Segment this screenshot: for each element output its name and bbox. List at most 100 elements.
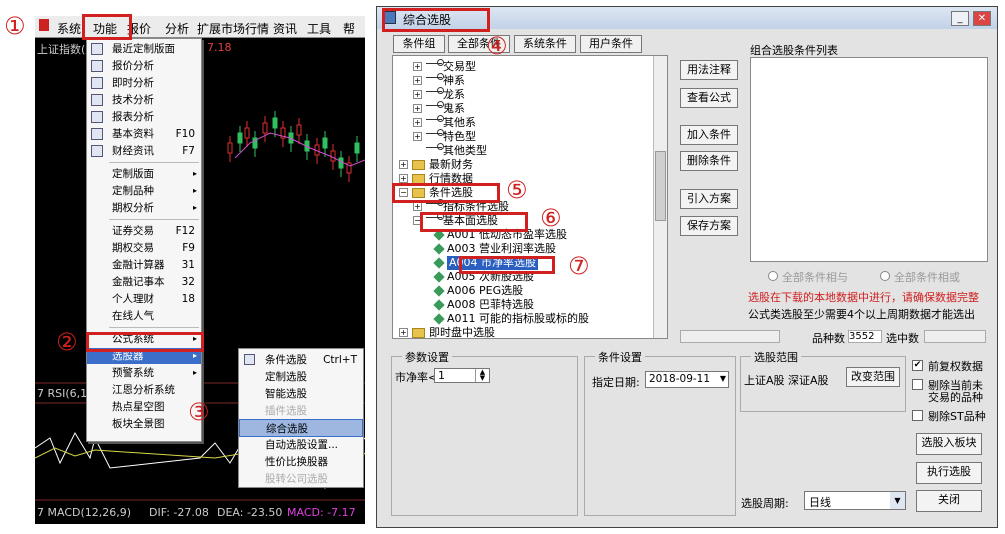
- tree-node[interactable]: + 交易型: [393, 59, 651, 74]
- tree-node[interactable]: A008 巴菲特选股: [393, 298, 651, 312]
- close-icon[interactable]: ✕: [973, 11, 991, 26]
- candle-body: [338, 157, 344, 169]
- import-plan-button[interactable]: 引入方案: [680, 189, 738, 209]
- exclude-st-checkbox[interactable]: [912, 410, 923, 421]
- submenu-item[interactable]: 条件选股 Ctrl+T: [239, 351, 363, 369]
- menu-item[interactable]: 期权分析 ▸: [87, 200, 201, 216]
- condition-list[interactable]: [750, 57, 988, 262]
- tree-node[interactable]: A006 PEG选股: [393, 284, 651, 298]
- expand-icon[interactable]: +: [413, 118, 422, 127]
- expand-icon[interactable]: +: [413, 132, 422, 141]
- radio-or[interactable]: [880, 271, 890, 281]
- key-icon: [426, 73, 444, 83]
- period-label: 选股周期:: [741, 497, 789, 510]
- tree-node[interactable]: + 龙系: [393, 87, 651, 102]
- submenu-item[interactable]: 定制选股: [239, 368, 363, 386]
- date-picker[interactable]: 2018-09-11 ▼: [645, 371, 729, 388]
- menu-item[interactable]: 报价分析: [87, 58, 201, 74]
- news-icon: [91, 145, 103, 157]
- tree-node[interactable]: A011 可能的指标股或标的股: [393, 312, 651, 326]
- chevron-down-icon[interactable]: ▼: [890, 492, 905, 509]
- menu-item[interactable]: 基本资料 F10: [87, 126, 201, 142]
- tree-node[interactable]: 其他类型: [393, 143, 651, 158]
- delete-condition-button[interactable]: 删除条件: [680, 151, 738, 171]
- menu-item[interactable]: 个人理财 18: [87, 291, 201, 307]
- expand-icon[interactable]: +: [399, 174, 408, 183]
- menu-item[interactable]: 定制品种 ▸: [87, 183, 201, 199]
- menu-tools[interactable]: 工具: [307, 20, 331, 37]
- view-formula-button[interactable]: 查看公式: [680, 88, 738, 108]
- menu-item[interactable]: 板块全景图: [87, 416, 201, 432]
- menu-item-label: 基本资料: [112, 128, 154, 140]
- change-range-button[interactable]: 改变范围: [846, 367, 900, 387]
- menu-item[interactable]: 在线人气: [87, 308, 201, 324]
- highlight-box-pb: [459, 256, 555, 274]
- count-bar: 品种数 3552 选中数: [680, 330, 986, 345]
- tree-node[interactable]: + 最新财务: [393, 158, 651, 172]
- stepper-arrows-icon[interactable]: ▲ ▼: [475, 369, 489, 382]
- menu-item[interactable]: 定制版面 ▸: [87, 166, 201, 182]
- param-value-stepper[interactable]: 1 ▲ ▼: [434, 368, 490, 383]
- chevron-down-icon[interactable]: ▼: [720, 374, 726, 383]
- submenu-item-label: 定制选股: [265, 371, 307, 383]
- submenu-item[interactable]: 股转公司选股: [239, 470, 363, 488]
- tree-node[interactable]: + 鬼系: [393, 101, 651, 116]
- expand-icon[interactable]: +: [399, 328, 408, 337]
- menu-item[interactable]: 报表分析: [87, 109, 201, 125]
- menu-item-label: 定制版面: [112, 168, 154, 180]
- tab-condition-group[interactable]: 条件组: [393, 35, 445, 53]
- close-button[interactable]: 关闭: [916, 490, 982, 512]
- menu-system[interactable]: 系统: [57, 20, 81, 37]
- submenu-item[interactable]: 综合选股: [239, 419, 363, 437]
- menu-item[interactable]: 技术分析: [87, 92, 201, 108]
- progress-box: [680, 330, 780, 343]
- prev-adjust-checkbox[interactable]: ✔: [912, 360, 923, 371]
- menu-item[interactable]: 江恩分析系统: [87, 382, 201, 398]
- menu-item[interactable]: 预警系统 ▸: [87, 365, 201, 381]
- menu-item[interactable]: 最近定制版面: [87, 41, 201, 57]
- tree-node[interactable]: + 即时盘中选股: [393, 326, 651, 338]
- tab-user-conditions[interactable]: 用户条件: [580, 35, 642, 53]
- menu-analysis[interactable]: 分析: [165, 20, 189, 37]
- marker-6: ⑥: [540, 204, 562, 232]
- tree-node[interactable]: + 神系: [393, 73, 651, 88]
- menu-item[interactable]: 金融计算器 31: [87, 257, 201, 273]
- submenu-item[interactable]: 自动选股设置...: [239, 436, 363, 454]
- marker-5: ⑤: [506, 176, 528, 204]
- menu-separator: [109, 219, 199, 220]
- expand-icon[interactable]: +: [413, 104, 422, 113]
- menu-item[interactable]: 期权交易 F9: [87, 240, 201, 256]
- menu-item[interactable]: 财经资讯 F7: [87, 143, 201, 159]
- menu-news[interactable]: 资讯: [273, 20, 297, 37]
- submenu-item[interactable]: 性价比换股器: [239, 453, 363, 471]
- add-to-block-button[interactable]: 选股入板块: [916, 433, 982, 455]
- tab-system-conditions[interactable]: 系统条件: [514, 35, 576, 53]
- menu-item[interactable]: 证券交易 F12: [87, 223, 201, 239]
- minimize-button[interactable]: _: [951, 11, 969, 26]
- scrollbar-thumb[interactable]: [655, 151, 666, 221]
- tree-node[interactable]: + 其他系: [393, 115, 651, 130]
- execute-selection-button[interactable]: 执行选股: [916, 462, 982, 484]
- usage-notes-button[interactable]: 用法注释: [680, 60, 738, 80]
- expand-icon[interactable]: +: [399, 160, 408, 169]
- exclude-untraded-checkbox[interactable]: [912, 379, 923, 390]
- save-plan-button[interactable]: 保存方案: [680, 216, 738, 236]
- add-condition-button[interactable]: 加入条件: [680, 125, 738, 145]
- highlight-box-fundamental: [420, 212, 528, 232]
- tree-node[interactable]: + 特色型: [393, 129, 651, 144]
- menu-item[interactable]: 即时分析: [87, 75, 201, 91]
- expand-icon[interactable]: +: [413, 202, 422, 211]
- submenu-item[interactable]: 智能选股: [239, 385, 363, 403]
- expand-icon[interactable]: +: [413, 62, 422, 71]
- tree-scrollbar[interactable]: [653, 56, 667, 338]
- expand-icon[interactable]: +: [413, 76, 422, 85]
- period-select[interactable]: 日线 ▼: [804, 491, 906, 510]
- menu-item[interactable]: 热点星空图: [87, 399, 201, 415]
- radio-and[interactable]: [768, 271, 778, 281]
- menu-item[interactable]: 金融记事本 32: [87, 274, 201, 290]
- candle-body: [322, 137, 328, 149]
- tree-node[interactable]: A003 营业利润率选股: [393, 242, 651, 256]
- submenu-item[interactable]: 插件选股: [239, 402, 363, 420]
- menu-extended-market[interactable]: 扩展市场行情: [197, 20, 269, 37]
- expand-icon[interactable]: +: [413, 90, 422, 99]
